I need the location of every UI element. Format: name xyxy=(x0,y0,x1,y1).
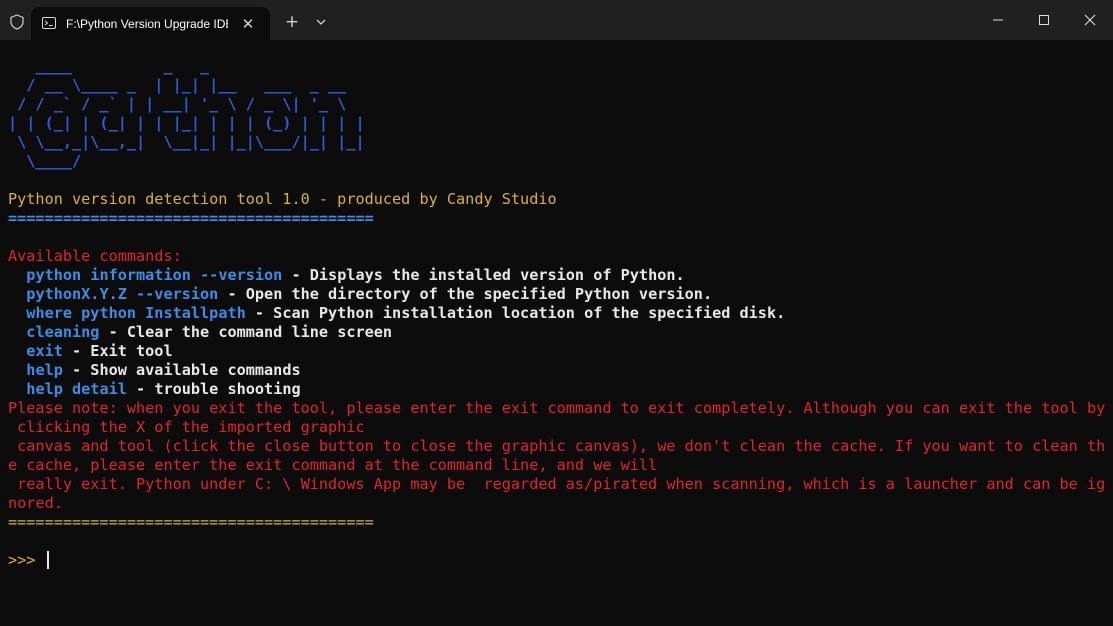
shield-icon xyxy=(10,14,24,30)
minimize-icon xyxy=(993,19,1003,21)
command-item: exit - Exit tool xyxy=(8,342,1105,361)
terminal-output[interactable]: ____ _ _ / __ \____ _ | |_| |__ ___ _ __… xyxy=(8,57,1105,617)
command-name: cleaning xyxy=(26,323,100,341)
minimize-button[interactable] xyxy=(975,0,1021,40)
tab-title: F:\Python Version Upgrade IDE xyxy=(66,17,228,31)
ascii-art-line: \____/ xyxy=(8,152,82,170)
notice-line: e cache, please enter the exit command a… xyxy=(8,456,658,474)
ascii-art-line: / / _` / _` | | __| '_ \ / _ \| '_ \ xyxy=(8,95,347,113)
tab-close-button[interactable]: ✕ xyxy=(239,15,257,33)
command-item: pythonX.Y.Z --version - Open the directo… xyxy=(8,285,1105,304)
command-name: help detail xyxy=(26,380,127,398)
command-name: exit xyxy=(26,342,63,360)
command-name: python information --version xyxy=(26,266,283,284)
command-item: help detail - trouble shooting xyxy=(8,380,1105,399)
command-name: pythonX.Y.Z --version xyxy=(26,285,219,303)
notice-line: clicking the X of the imported graphic xyxy=(8,418,365,436)
prompt: >>> xyxy=(8,551,36,569)
title-bar: F:\Python Version Upgrade IDE ✕ + xyxy=(0,0,1113,40)
command-item: help - Show available commands xyxy=(8,361,1105,380)
command-item: where python Installpath - Scan Python i… xyxy=(8,304,1105,323)
tool-title: Python version detection tool 1.0 - prod… xyxy=(8,190,557,208)
notice-line: Please note: when you exit the tool, ple… xyxy=(8,399,1106,417)
separator: ======================================== xyxy=(8,209,374,227)
new-tab-button[interactable]: + xyxy=(281,11,303,33)
command-name: where python Installpath xyxy=(26,304,246,322)
command-description: - Open the directory of the specified Py… xyxy=(218,285,713,303)
command-name: help xyxy=(26,361,63,379)
chevron-down-icon[interactable] xyxy=(312,13,330,31)
command-item: python information --version - Displays … xyxy=(8,266,1105,285)
maximize-button[interactable] xyxy=(1021,0,1067,40)
text-cursor xyxy=(46,551,49,569)
command-description: - trouble shooting xyxy=(126,380,301,398)
notice-line: really exit. Python under C: \ Windows A… xyxy=(8,475,1106,493)
notice-line: canvas and tool (click the close button … xyxy=(8,437,1106,455)
ascii-art-line: ____ _ _ xyxy=(8,57,210,75)
prompt-line[interactable]: >>> xyxy=(8,551,1105,570)
commands-heading: Available commands: xyxy=(8,247,182,265)
tab-terminal[interactable]: F:\Python Version Upgrade IDE ✕ xyxy=(31,7,270,40)
command-description: - Scan Python installation location of t… xyxy=(245,304,786,322)
terminal-icon xyxy=(42,17,56,29)
ascii-art-line: | | (_| | (_| | | |_| | | | (_) | | | | xyxy=(8,114,365,132)
command-description: - Displays the installed version of Pyth… xyxy=(282,266,685,284)
command-item: cleaning - Clear the command line screen xyxy=(8,323,1105,342)
footer-separator: ======================================== xyxy=(8,513,374,531)
command-description: - Exit tool xyxy=(62,342,173,360)
command-description: - Clear the command line screen xyxy=(99,323,393,341)
close-icon xyxy=(1084,14,1096,26)
command-description: - Show available commands xyxy=(62,361,301,379)
ascii-art-line: \ \__,_|\__,_| \__|_| |_|\___/|_| |_| xyxy=(8,133,365,151)
close-window-button[interactable] xyxy=(1067,0,1113,40)
maximize-icon xyxy=(1039,15,1049,25)
ascii-art-line: / __ \____ _ | |_| |__ ___ _ __ xyxy=(8,76,347,94)
notice-line: nored. xyxy=(8,494,63,512)
